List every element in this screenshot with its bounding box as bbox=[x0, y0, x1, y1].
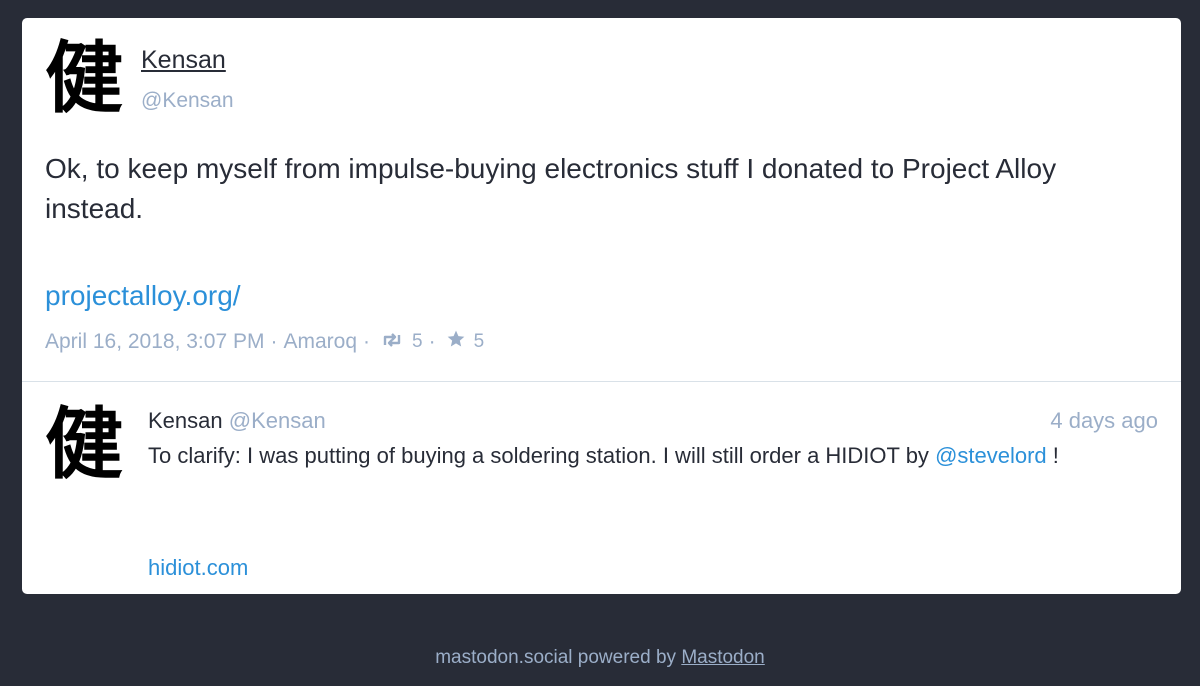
meta-separator: · bbox=[270, 330, 278, 353]
reply-status: 健 Kensan @Kensan 4 days ago To clarify: … bbox=[22, 382, 1181, 594]
status-date[interactable]: April 16, 2018, 3:07 PM bbox=[45, 330, 264, 354]
footer-text: mastodon.social powered by bbox=[435, 647, 677, 668]
main-status: 健 Kensan @Kensan Ok, to keep myself from… bbox=[22, 18, 1181, 381]
reply-text: To clarify: I was putting of buying a so… bbox=[148, 443, 929, 468]
meta-separator: · bbox=[428, 330, 436, 353]
status-link[interactable]: projectalloy.org/ bbox=[45, 280, 241, 312]
star-icon bbox=[446, 329, 466, 355]
mastodon-link[interactable]: Mastodon bbox=[681, 647, 764, 668]
reply-account-handle: @Kensan bbox=[228, 408, 326, 433]
meta-separator: · bbox=[363, 330, 370, 353]
boost-count: 5 bbox=[412, 331, 423, 352]
boost-icon bbox=[380, 330, 404, 354]
reply-text-end: ! bbox=[1046, 443, 1059, 468]
favourite-count: 5 bbox=[473, 331, 485, 352]
reply-timestamp[interactable]: 4 days ago bbox=[1050, 408, 1158, 434]
status-card: 健 Kensan @Kensan Ok, to keep myself from… bbox=[22, 18, 1181, 594]
status-content: Ok, to keep myself from impulse-buying e… bbox=[45, 153, 1057, 224]
footer: mastodon.social powered by Mastodon bbox=[0, 647, 1200, 669]
display-name-link[interactable]: Kensan bbox=[141, 46, 226, 75]
status-meta: April 16, 2018, 3:07 PM · Amaroq · 5 · 5 bbox=[45, 329, 484, 355]
reply-content: To clarify: I was putting of buying a so… bbox=[148, 438, 1148, 473]
reply-header: Kensan @Kensan bbox=[148, 408, 326, 434]
account-handle: @Kensan bbox=[141, 89, 234, 112]
status-application: Amaroq bbox=[283, 330, 357, 353]
mention-link[interactable]: @stevelord bbox=[935, 443, 1047, 468]
reply-link[interactable]: hidiot.com bbox=[148, 555, 248, 581]
reply-display-name[interactable]: Kensan bbox=[148, 408, 223, 433]
avatar[interactable]: 健 bbox=[42, 40, 126, 124]
reply-avatar[interactable]: 健 bbox=[42, 406, 126, 490]
